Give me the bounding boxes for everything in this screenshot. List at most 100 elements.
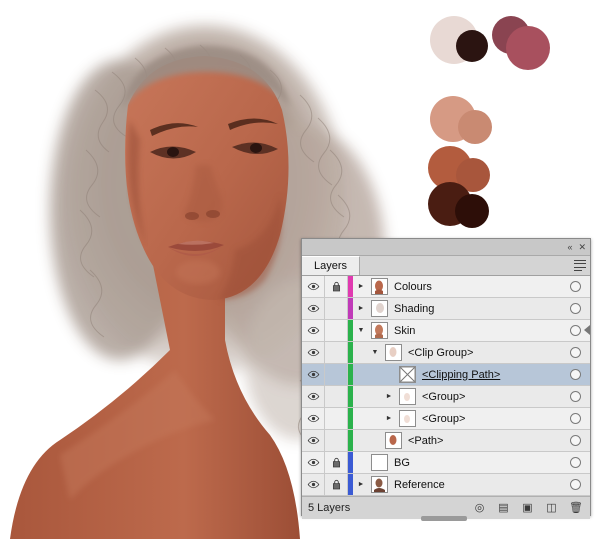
layer-name-label[interactable]: <Path> xyxy=(402,435,570,447)
eye-icon xyxy=(307,348,319,357)
layer-lock-toggle[interactable] xyxy=(325,276,348,297)
layer-lock-toggle[interactable] xyxy=(325,342,348,363)
layer-row[interactable]: <Path> xyxy=(302,430,590,452)
layer-target-indicator[interactable] xyxy=(570,413,581,424)
make-clipping-mask-icon[interactable]: ▤ xyxy=(497,502,510,515)
layer-visibility-toggle[interactable] xyxy=(302,320,325,341)
eye-icon xyxy=(307,392,319,401)
swatch-dark-brown xyxy=(456,30,488,62)
layer-thumbnail xyxy=(399,366,416,383)
layer-row[interactable]: ▼ Skin xyxy=(302,320,590,342)
layer-row[interactable]: <Clipping Path> xyxy=(302,364,590,386)
layer-name-label[interactable]: Reference xyxy=(388,479,570,491)
layer-indent-spacer xyxy=(353,364,381,385)
layer-thumbnail xyxy=(385,432,402,449)
layer-target-indicator[interactable] xyxy=(570,435,581,446)
layer-lock-toggle[interactable] xyxy=(325,364,348,385)
chevron-right-icon[interactable]: ► xyxy=(353,276,369,297)
layers-panel[interactable]: « ✕ Layers ► Colours ► Shading ▼ Skin ▼ <Clip G… xyxy=(301,238,591,519)
panel-titlebar[interactable]: « ✕ xyxy=(302,239,590,256)
panel-tab-bar[interactable]: Layers xyxy=(302,256,590,276)
lock-icon xyxy=(332,479,340,490)
layer-target-indicator[interactable] xyxy=(570,325,581,336)
layer-row[interactable]: ► Colours xyxy=(302,276,590,298)
eye-icon xyxy=(307,370,319,379)
expand-spacer xyxy=(381,364,397,385)
layer-row[interactable]: ▼ <Clip Group> xyxy=(302,342,590,364)
layer-visibility-toggle[interactable] xyxy=(302,364,325,385)
panel-menu-icon[interactable] xyxy=(574,260,586,271)
layer-name-label[interactable]: <Clipping Path> xyxy=(416,369,570,381)
swatch-rose xyxy=(506,26,550,70)
collapse-icon[interactable]: « xyxy=(567,242,572,252)
create-new-layer-icon[interactable]: ◫ xyxy=(545,502,558,515)
locate-object-icon[interactable]: ◎ xyxy=(473,502,486,515)
layer-lock-toggle[interactable] xyxy=(325,408,348,429)
layer-name-label[interactable]: <Group> xyxy=(416,391,570,403)
layer-visibility-toggle[interactable] xyxy=(302,276,325,297)
layer-visibility-toggle[interactable] xyxy=(302,430,325,451)
layer-lock-toggle[interactable] xyxy=(325,386,348,407)
layer-visibility-toggle[interactable] xyxy=(302,386,325,407)
layer-thumbnail xyxy=(385,344,402,361)
chevron-right-icon[interactable]: ► xyxy=(381,408,397,429)
layer-thumbnail xyxy=(399,388,416,405)
layer-lock-toggle[interactable] xyxy=(325,298,348,319)
expand-spacer xyxy=(367,430,383,451)
layer-name-label[interactable]: <Group> xyxy=(416,413,570,425)
layer-row[interactable]: ► <Group> xyxy=(302,386,590,408)
lock-icon xyxy=(332,281,340,292)
layer-target-indicator[interactable] xyxy=(570,369,581,380)
layer-visibility-toggle[interactable] xyxy=(302,452,325,473)
layer-name-label[interactable]: BG xyxy=(388,457,570,469)
chevron-down-icon[interactable]: ▼ xyxy=(353,320,369,341)
swatch-tan xyxy=(458,110,492,144)
layer-count-label: 5 Layers xyxy=(308,502,351,514)
eye-icon xyxy=(307,326,319,335)
chevron-right-icon[interactable]: ► xyxy=(353,298,369,319)
layer-list[interactable]: ► Colours ► Shading ▼ Skin ▼ <Clip Group> <Clipp… xyxy=(302,276,590,496)
layer-target-indicator[interactable] xyxy=(570,479,581,490)
layer-indent-spacer xyxy=(353,430,367,451)
layer-row[interactable]: ► Shading xyxy=(302,298,590,320)
layer-target-indicator[interactable] xyxy=(570,457,581,468)
layer-indent-spacer xyxy=(353,408,381,429)
delete-selection-icon[interactable]: 🗑 xyxy=(569,502,583,515)
layer-target-indicator[interactable] xyxy=(570,281,581,292)
layer-lock-toggle[interactable] xyxy=(325,452,348,473)
eye-icon xyxy=(307,304,319,313)
chevron-right-icon[interactable]: ► xyxy=(353,474,369,495)
layer-row[interactable]: BG xyxy=(302,452,590,474)
tab-layers[interactable]: Layers xyxy=(302,256,361,275)
lock-icon xyxy=(332,457,340,468)
layer-visibility-toggle[interactable] xyxy=(302,408,325,429)
layer-name-label[interactable]: Colours xyxy=(388,281,570,293)
chevron-right-icon[interactable]: ► xyxy=(381,386,397,407)
eye-icon xyxy=(307,458,319,467)
layer-thumbnail xyxy=(371,300,388,317)
layer-lock-toggle[interactable] xyxy=(325,320,348,341)
layer-name-label[interactable]: Shading xyxy=(388,303,570,315)
layer-visibility-toggle[interactable] xyxy=(302,298,325,319)
swatch-darkest xyxy=(455,194,489,228)
layer-lock-toggle[interactable] xyxy=(325,430,348,451)
panel-expand-arrow-icon xyxy=(584,325,590,335)
layer-lock-toggle[interactable] xyxy=(325,474,348,495)
layer-name-label[interactable]: <Clip Group> xyxy=(402,347,570,359)
layer-visibility-toggle[interactable] xyxy=(302,474,325,495)
layer-visibility-toggle[interactable] xyxy=(302,342,325,363)
layer-indent-spacer xyxy=(353,386,381,407)
layer-target-indicator[interactable] xyxy=(570,347,581,358)
layer-row[interactable]: ► Reference xyxy=(302,474,590,496)
layer-thumbnail xyxy=(371,454,388,471)
layer-name-label[interactable]: Skin xyxy=(388,325,570,337)
layer-row[interactable]: ► <Group> xyxy=(302,408,590,430)
layer-target-indicator[interactable] xyxy=(570,391,581,402)
layer-target-indicator[interactable] xyxy=(570,303,581,314)
chevron-down-icon[interactable]: ▼ xyxy=(367,342,383,363)
close-icon[interactable]: ✕ xyxy=(578,242,586,252)
layer-thumbnail xyxy=(371,322,388,339)
create-new-sublayer-icon[interactable]: ▣ xyxy=(521,502,534,515)
eye-icon xyxy=(307,414,319,423)
horizontal-scrollbar-thumb[interactable] xyxy=(421,516,467,521)
